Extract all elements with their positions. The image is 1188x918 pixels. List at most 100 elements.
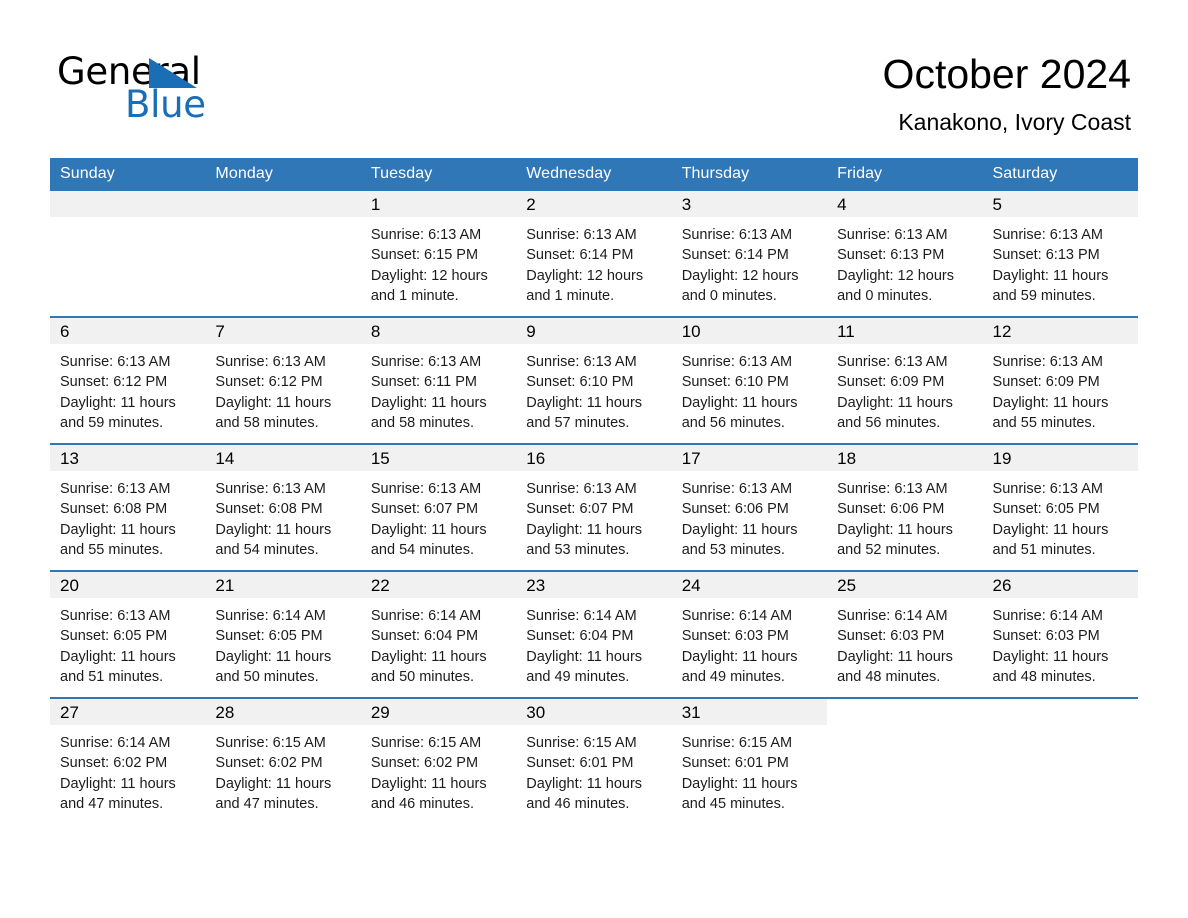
calendar-day-cell[interactable]: 20 Sunrise: 6:13 AM Sunset: 6:05 PM Dayligh… (50, 570, 206, 698)
sunrise-text: Sunrise: 6:13 AM (681, 227, 793, 243)
calendar-cell-inner: 15 Sunrise: 6:13 AM Sunset: 6:07 PM Dayligh… (360, 445, 517, 570)
day-number: 29 (360, 699, 517, 725)
calendar-day-cell[interactable]: 18 Sunrise: 6:13 AM Sunset: 6:06 PM Dayligh… (827, 443, 983, 571)
sunset-text: Sunset: 6:08 PM (60, 501, 168, 518)
calendar-day-cell[interactable]: 2 Sunrise: 6:13 AM Sunset: 6:14 PM Daylight… (516, 191, 672, 317)
day-details: Sunrise: 6:13 AM Sunset: 6:09 PM Daylight:… (827, 344, 982, 433)
calendar-day-cell[interactable]: 31 Sunrise: 6:15 AM Sunset: 6:01 PM Dayligh… (671, 697, 828, 824)
calendar-grid: Sunday Monday Tuesday Wednesday Thursday… (50, 158, 1138, 824)
daylight-text-line2: and 49 minutes. (681, 668, 785, 685)
calendar-day-cell[interactable]: 26 Sunrise: 6:14 AM Sunset: 6:03 PM Dayligh… (982, 570, 1138, 698)
day-details: Sunrise: 6:13 AM Sunset: 6:10 PM Daylight:… (516, 344, 671, 433)
calendar-day-cell[interactable]: 28 Sunrise: 6:15 AM Sunset: 6:02 PM Dayligh… (205, 697, 361, 824)
calendar-cell-inner (982, 699, 1138, 824)
sunrise-text: Sunrise: 6:13 AM (370, 481, 482, 497)
sunset-text: Sunset: 6:13 PM (992, 247, 1100, 264)
sunset-text: Sunset: 6:04 PM (370, 628, 479, 645)
day-number (827, 699, 983, 725)
calendar-day-cell[interactable]: 12 Sunrise: 6:13 AM Sunset: 6:09 PM Dayligh… (982, 316, 1138, 444)
calendar-day-cell[interactable]: 11 Sunrise: 6:13 AM Sunset: 6:09 PM Dayligh… (827, 316, 983, 444)
day-number: 8 (360, 318, 517, 344)
calendar-cell-inner: 4 Sunrise: 6:13 AM Sunset: 6:13 PM Daylight… (827, 191, 983, 316)
calendar-day-cell[interactable]: 8 Sunrise: 6:13 AM Sunset: 6:11 PM Daylight… (360, 316, 517, 444)
calendar-day-cell[interactable]: 25 Sunrise: 6:14 AM Sunset: 6:03 PM Dayligh… (827, 570, 983, 698)
calendar-day-cell[interactable]: 7 Sunrise: 6:13 AM Sunset: 6:12 PM Daylight… (205, 316, 361, 444)
calendar-day-cell[interactable]: 29 Sunrise: 6:15 AM Sunset: 6:02 PM Dayligh… (360, 697, 517, 824)
daylight-text-line1: Daylight: 11 hours (681, 521, 798, 538)
calendar-cell-inner: 30 Sunrise: 6:15 AM Sunset: 6:01 PM Dayligh… (516, 699, 672, 824)
daylight-text-line1: Daylight: 11 hours (526, 775, 643, 792)
daylight-text-line1: Daylight: 11 hours (992, 394, 1109, 411)
calendar-day-cell[interactable]: 15 Sunrise: 6:13 AM Sunset: 6:07 PM Dayligh… (360, 443, 517, 571)
calendar-day-cell[interactable]: 14 Sunrise: 6:13 AM Sunset: 6:08 PM Dayligh… (205, 443, 361, 571)
sunset-text: Sunset: 6:07 PM (526, 501, 634, 518)
general-blue-logo[interactable]: General Blue (57, 52, 257, 125)
day-details: Sunrise: 6:13 AM Sunset: 6:14 PM Daylight:… (516, 217, 671, 306)
daylight-text-line1: Daylight: 11 hours (215, 521, 332, 538)
calendar-cell-inner (50, 191, 206, 316)
sunset-text: Sunset: 6:06 PM (837, 501, 945, 518)
day-details: Sunrise: 6:13 AM Sunset: 6:13 PM Daylight:… (827, 217, 982, 306)
calendar-day-cell[interactable]: 23 Sunrise: 6:14 AM Sunset: 6:04 PM Dayligh… (516, 570, 672, 698)
calendar-day-cell[interactable]: 10 Sunrise: 6:13 AM Sunset: 6:10 PM Dayligh… (671, 316, 828, 444)
day-number: 4 (827, 191, 983, 217)
calendar-page: General Blue October 2024 Kanakono, Ivor… (0, 0, 1188, 918)
day-number: 27 (50, 699, 206, 725)
calendar-day-cell[interactable]: 4 Sunrise: 6:13 AM Sunset: 6:13 PM Daylight… (827, 191, 983, 317)
sunrise-text: Sunrise: 6:13 AM (60, 481, 171, 497)
calendar-day-cell[interactable]: 30 Sunrise: 6:15 AM Sunset: 6:01 PM Dayligh… (516, 697, 672, 824)
day-details: Sunrise: 6:15 AM Sunset: 6:01 PM Daylight:… (516, 725, 671, 814)
calendar-day-cell[interactable]: 24 Sunrise: 6:14 AM Sunset: 6:03 PM Dayligh… (671, 570, 828, 698)
day-details: Sunrise: 6:13 AM Sunset: 6:09 PM Daylight:… (983, 344, 1138, 433)
daylight-text-line2: and 56 minutes. (681, 414, 785, 431)
calendar-cell-inner: 20 Sunrise: 6:13 AM Sunset: 6:05 PM Dayligh… (50, 572, 206, 697)
sunrise-text: Sunrise: 6:13 AM (837, 227, 948, 243)
calendar-day-cell[interactable]: 21 Sunrise: 6:14 AM Sunset: 6:05 PM Dayligh… (205, 570, 361, 698)
calendar-cell-inner: 14 Sunrise: 6:13 AM Sunset: 6:08 PM Dayligh… (205, 445, 361, 570)
calendar-cell-inner: 12 Sunrise: 6:13 AM Sunset: 6:09 PM Dayligh… (982, 318, 1138, 443)
calendar-cell-inner: 28 Sunrise: 6:15 AM Sunset: 6:02 PM Dayligh… (205, 699, 361, 824)
day-number: 5 (982, 191, 1138, 217)
title-block: October 2024 Kanakono, Ivory Coast (883, 50, 1131, 136)
calendar-day-cell[interactable]: 6 Sunrise: 6:13 AM Sunset: 6:12 PM Daylight… (50, 316, 206, 444)
daylight-text-line1: Daylight: 12 hours (837, 267, 954, 284)
sunrise-text: Sunrise: 6:13 AM (526, 354, 637, 370)
day-number: 23 (516, 572, 672, 598)
daylight-text-line2: and 45 minutes. (681, 795, 785, 812)
daylight-text-line1: Daylight: 11 hours (215, 775, 332, 792)
day-details: Sunrise: 6:13 AM Sunset: 6:07 PM Daylight:… (516, 471, 671, 560)
sunrise-text: Sunrise: 6:13 AM (370, 227, 482, 243)
calendar-day-cell[interactable]: 13 Sunrise: 6:13 AM Sunset: 6:08 PM Dayligh… (50, 443, 206, 571)
sunrise-text: Sunrise: 6:13 AM (681, 354, 793, 370)
calendar-day-cell[interactable]: 27 Sunrise: 6:14 AM Sunset: 6:02 PM Dayligh… (50, 697, 206, 824)
daylight-text-line2: and 52 minutes. (837, 541, 941, 558)
calendar-day-cell[interactable]: 5 Sunrise: 6:13 AM Sunset: 6:13 PM Daylight… (982, 191, 1138, 317)
day-details: Sunrise: 6:15 AM Sunset: 6:01 PM Daylight:… (672, 725, 827, 814)
sunrise-text: Sunrise: 6:14 AM (837, 608, 948, 624)
calendar-day-cell[interactable]: 3 Sunrise: 6:13 AM Sunset: 6:14 PM Daylight… (671, 191, 828, 317)
daylight-text-line1: Daylight: 11 hours (681, 648, 798, 665)
calendar-day-cell[interactable]: 16 Sunrise: 6:13 AM Sunset: 6:07 PM Dayligh… (516, 443, 672, 571)
day-number: 24 (671, 572, 828, 598)
calendar-day-cell[interactable]: 9 Sunrise: 6:13 AM Sunset: 6:10 PM Daylight… (516, 316, 672, 444)
day-number (982, 699, 1138, 725)
calendar-cell-inner: 13 Sunrise: 6:13 AM Sunset: 6:08 PM Dayligh… (50, 445, 206, 570)
weekday-header-monday: Monday (205, 158, 361, 191)
calendar-day-cell[interactable]: 22 Sunrise: 6:14 AM Sunset: 6:04 PM Dayligh… (360, 570, 517, 698)
calendar-day-cell[interactable]: 19 Sunrise: 6:13 AM Sunset: 6:05 PM Dayligh… (982, 443, 1138, 571)
sunrise-text: Sunrise: 6:13 AM (370, 354, 482, 370)
day-details: Sunrise: 6:13 AM Sunset: 6:08 PM Daylight:… (205, 471, 360, 560)
daylight-text-line2: and 50 minutes. (215, 668, 319, 685)
daylight-text-line2: and 56 minutes. (837, 414, 941, 431)
calendar-day-cell[interactable]: 1 Sunrise: 6:13 AM Sunset: 6:15 PM Daylight… (360, 191, 517, 317)
daylight-text-line1: Daylight: 12 hours (681, 267, 799, 284)
sunset-text: Sunset: 6:05 PM (215, 628, 323, 645)
weekday-header-sunday: Sunday (50, 158, 206, 191)
daylight-text-line1: Daylight: 11 hours (837, 648, 953, 665)
day-details: Sunrise: 6:13 AM Sunset: 6:05 PM Daylight:… (983, 471, 1138, 560)
day-details: Sunrise: 6:13 AM Sunset: 6:13 PM Daylight:… (983, 217, 1138, 306)
sunrise-text: Sunrise: 6:13 AM (215, 481, 326, 497)
calendar-day-cell[interactable]: 17 Sunrise: 6:13 AM Sunset: 6:06 PM Dayligh… (671, 443, 828, 571)
day-number: 11 (827, 318, 983, 344)
day-number: 2 (516, 191, 672, 217)
